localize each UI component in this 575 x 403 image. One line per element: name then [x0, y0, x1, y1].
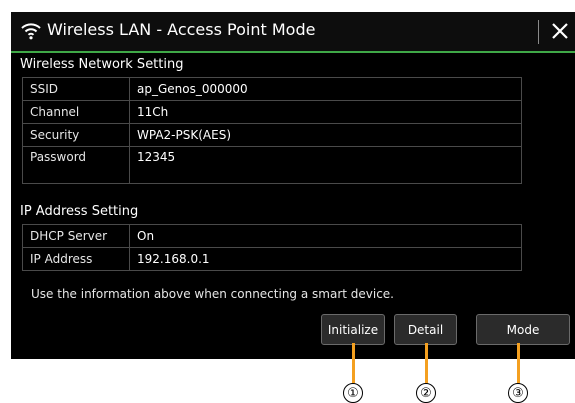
callout-line-2	[425, 343, 428, 383]
ip-address-value: 192.168.0.1	[129, 247, 522, 271]
title-accent-line	[11, 51, 575, 53]
dhcp-server-value: On	[129, 224, 522, 248]
security-label: Security	[22, 123, 130, 147]
security-value: WPA2-PSK(AES)	[129, 123, 522, 147]
table-row: IP Address 192.168.0.1	[22, 247, 522, 271]
title-bar: Wireless LAN - Access Point Mode	[11, 12, 575, 51]
callout-line-3	[517, 343, 520, 383]
wifi-icon	[21, 23, 41, 40]
table-row: Security WPA2-PSK(AES)	[22, 123, 522, 147]
info-text: Use the information above when connectin…	[31, 287, 394, 301]
callout-number-1: ①	[343, 383, 363, 403]
ssid-value: ap_Genos_000000	[129, 77, 522, 101]
title-separator	[538, 20, 539, 44]
dhcp-server-label: DHCP Server	[22, 224, 130, 248]
initialize-button[interactable]: Initialize	[321, 314, 385, 345]
wireless-lan-screen: Wireless LAN - Access Point Mode Wireles…	[11, 12, 575, 359]
table-row: Channel 11Ch	[22, 100, 522, 124]
ip-settings-table: DHCP Server On IP Address 192.168.0.1	[22, 224, 522, 271]
callout-number-3: ③	[508, 383, 528, 403]
ip-address-setting-heading: IP Address Setting	[20, 204, 139, 219]
ssid-label: SSID	[22, 77, 130, 101]
mode-button[interactable]: Mode	[476, 314, 570, 345]
password-label: Password	[22, 146, 130, 184]
table-row: SSID ap_Genos_000000	[22, 77, 522, 101]
window-title: Wireless LAN - Access Point Mode	[47, 20, 316, 39]
channel-label: Channel	[22, 100, 130, 124]
wireless-network-setting-heading: Wireless Network Setting	[20, 57, 184, 72]
password-value: 12345	[129, 146, 522, 184]
callout-line-1	[352, 343, 355, 383]
table-row: DHCP Server On	[22, 224, 522, 248]
table-row: Password 12345	[22, 146, 522, 184]
channel-value: 11Ch	[129, 100, 522, 124]
ip-address-label: IP Address	[22, 247, 130, 271]
wireless-settings-table: SSID ap_Genos_000000 Channel 11Ch Securi…	[22, 77, 522, 184]
detail-button[interactable]: Detail	[394, 314, 457, 345]
callout-number-2: ②	[416, 383, 436, 403]
close-icon[interactable]	[548, 19, 572, 43]
